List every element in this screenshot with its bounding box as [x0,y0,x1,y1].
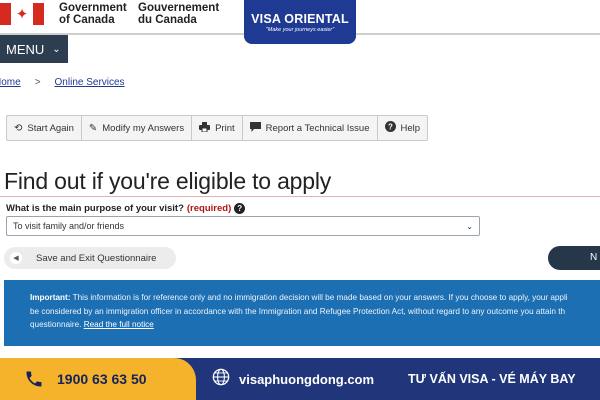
visit-purpose-value: To visit family and/or friends [13,221,125,231]
menu-button[interactable]: MENU ⌄ [0,35,68,63]
pencil-icon: ✎ [88,122,98,134]
modify-answers-button[interactable]: ✎ Modify my Answers [82,116,193,140]
brand-tagline: "Make your journeys easier" [265,27,335,33]
gov-en-line2: of Canada [59,14,115,26]
save-exit-button[interactable]: ◀ Save and Exit Questionnaire [4,247,176,269]
canada-flag-icon: ✦ [0,3,44,25]
required-marker: (required) [186,203,232,214]
questionnaire-toolbar: ⟲ Start Again ✎ Modify my Answers Print … [6,115,429,141]
notice-label: Important: [30,293,71,302]
phone-section: 1900 63 63 50 [0,358,196,400]
website-link[interactable]: visaphuongdong.com [239,372,374,387]
breadcrumb: Home > Online Services [0,77,125,88]
phone-icon [24,369,44,389]
gov-en-line1: Government [59,2,127,14]
help-button[interactable]: ? Help [378,116,428,140]
question-label: What is the main purpose of your visit? … [6,203,246,214]
banner-slogan: TƯ VẤN VISA - VÉ MÁY BAY [408,372,576,386]
breadcrumb-separator: > [34,77,41,88]
breadcrumb-online-services-link[interactable]: Online Services [55,77,125,88]
gov-fr-line1: Gouvernement [138,2,220,14]
report-issue-label: Report a Technical Issue [265,122,370,134]
print-button[interactable]: Print [192,116,243,140]
visit-purpose-select[interactable]: To visit family and/or friends ⌄ [6,216,480,236]
report-issue-button[interactable]: Report a Technical Issue [243,116,378,140]
next-button[interactable]: N [548,246,600,270]
title-underline [0,196,600,197]
brand-name: VISA ORIENTAL [251,12,349,26]
start-again-button[interactable]: ⟲ Start Again [7,116,82,140]
important-notice: Important: This information is for refer… [4,280,600,346]
website-section: visaphuongdong.com [212,358,374,400]
comment-icon [249,121,261,135]
modify-answers-label: Modify my Answers [102,122,185,134]
save-exit-label: Save and Exit Questionnaire [36,252,157,264]
chevron-down-icon: ⌄ [466,221,473,231]
visa-oriental-logo: VISA ORIENTAL "Make your journeys easier… [244,0,356,44]
page-title: Find out if you're eligible to apply [4,168,332,194]
question-circle-icon: ? [384,121,396,135]
breadcrumb-home-link[interactable]: Home [0,77,21,88]
chevron-down-icon: ⌄ [52,43,61,55]
notice-line3-text: questionnaire. [30,320,82,329]
notice-line-3: questionnaire. Read the full notice [30,318,594,332]
read-full-notice-link[interactable]: Read the full notice [84,320,154,329]
gov-fr-line2: du Canada [138,14,197,26]
printer-icon [199,121,211,135]
phone-number[interactable]: 1900 63 63 50 [57,371,147,387]
question-help-icon[interactable]: ? [234,203,246,214]
globe-icon [212,368,230,391]
notice-line-1: Important: This information is for refer… [30,291,594,305]
arrow-left-icon: ◀ [10,252,22,264]
gov-wordmark-en: Government of Canada [59,2,127,26]
help-label: Help [400,122,421,134]
notice-line-2: be considered by an immigration officer … [30,306,566,316]
gov-wordmark-fr: Gouvernement du Canada [138,2,219,26]
menu-label: MENU [6,41,45,57]
question-text: What is the main purpose of your visit? [6,203,184,214]
start-again-label: Start Again [27,122,74,134]
print-label: Print [215,122,235,134]
promo-banner: 1900 63 63 50 visaphuongdong.com TƯ VẤN … [0,358,600,400]
refresh-icon: ⟲ [14,122,23,134]
notice-line1-text: This information is for reference only a… [72,293,568,302]
svg-text:?: ? [388,122,393,131]
